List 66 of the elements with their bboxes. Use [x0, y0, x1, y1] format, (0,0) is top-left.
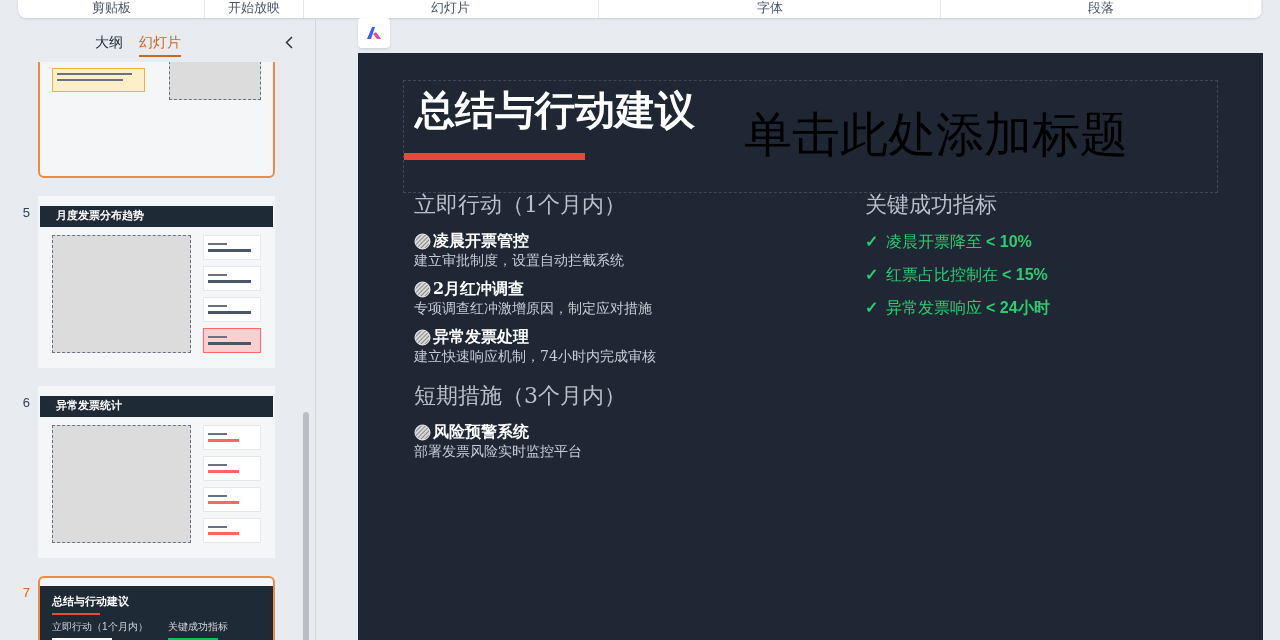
metric-value: < 24小时 [986, 298, 1050, 318]
action-description: 部署发票风险实时监控平台 [414, 442, 583, 460]
action-description: 专项调查红冲激增原因，制定应对措施 [414, 299, 653, 317]
ribbon-group-label: 剪贴板 [91, 0, 131, 17]
check-mark: ✓ [865, 232, 878, 252]
slide-title: 总结与行动建议 [52, 594, 130, 610]
slide-thumbnail[interactable]: 异常发票统计 [38, 386, 275, 558]
slide-number: 6 [22, 395, 30, 410]
action-description: 建立审批制度，设置自动拦截系统 [414, 251, 625, 269]
slide-heading: 立即行动（1个月内） [52, 619, 149, 634]
slide-thumbnail[interactable]: 总结与行动建议 立即行动（1个月内） 关键成功指标 [38, 576, 275, 640]
bullet-icon [414, 423, 431, 441]
app-logo-button[interactable] [358, 18, 390, 48]
slide-title: 总结与行动建议 [415, 85, 695, 135]
text-placeholder-line [208, 469, 240, 473]
slide-number: 5 [22, 205, 30, 220]
section-heading: 关键成功指标 [865, 191, 998, 219]
sidebar-tab[interactable]: 大纲 [94, 31, 123, 57]
action-title: 2月红冲调查 [433, 279, 525, 299]
section-heading: 短期措施（3个月内） [414, 382, 627, 410]
bullet-icon [414, 328, 431, 346]
text-placeholder-line [208, 273, 228, 276]
bullet-icon [414, 280, 431, 298]
text-placeholder-line [208, 494, 228, 497]
slide-title-bar: 月度发票分布趋势 [40, 206, 273, 227]
metric-label: 异常发票响应 [886, 297, 982, 319]
text-placeholder-line [208, 242, 228, 245]
ribbon-group-label: 开始放映 [227, 0, 280, 17]
collapse-icon[interactable] [285, 36, 293, 49]
slide-heading: 关键成功指标 [168, 619, 228, 634]
text-placeholder-line [208, 341, 252, 345]
check-mark: ✓ [865, 298, 878, 318]
check-mark: ✓ [865, 265, 878, 285]
text-placeholder-line [208, 531, 240, 535]
slide-title-bar: 异常发票统计 [40, 396, 273, 417]
action-description: 建立快速响应机制，74小时内完成审核 [414, 347, 657, 365]
text-placeholder-line [208, 438, 240, 442]
text-placeholder-line [208, 310, 252, 314]
section-heading: 立即行动（1个月内） [414, 191, 627, 219]
underline-bar [52, 612, 100, 615]
text-placeholder-line [208, 304, 228, 307]
slide-thumbnail[interactable]: 月度发票分布趋势 [38, 196, 275, 368]
metric-value: < 15% [1002, 265, 1048, 285]
text-placeholder-line [208, 525, 228, 528]
logo-icon [366, 26, 382, 40]
slide-number: 7 [22, 585, 30, 600]
text-placeholder-line [57, 79, 124, 81]
text-placeholder-line [208, 335, 228, 338]
text-placeholder-line [208, 279, 252, 283]
text-placeholder-line [168, 637, 218, 640]
text-placeholder-line [208, 500, 240, 504]
ribbon-group-label: 段落 [1087, 0, 1114, 17]
text-placeholder-line [208, 463, 228, 466]
bullet-icon [414, 232, 431, 250]
text-placeholder-line [208, 432, 228, 435]
ribbon-group-label: 字体 [756, 0, 783, 17]
action-title: 凌晨开票管控 [433, 231, 529, 251]
ribbon-group-label: 幻灯片 [431, 0, 471, 17]
text-placeholder-line [208, 248, 252, 252]
metric-label: 红票占比控制在 [886, 264, 998, 286]
metric-label: 凌晨开票降至 [886, 231, 982, 253]
action-title: 风险预警系统 [433, 422, 529, 442]
scrollbar[interactable] [303, 412, 309, 640]
text-placeholder-line [52, 637, 112, 640]
metric-value: < 10% [986, 232, 1032, 252]
action-title: 异常发票处理 [433, 327, 529, 347]
